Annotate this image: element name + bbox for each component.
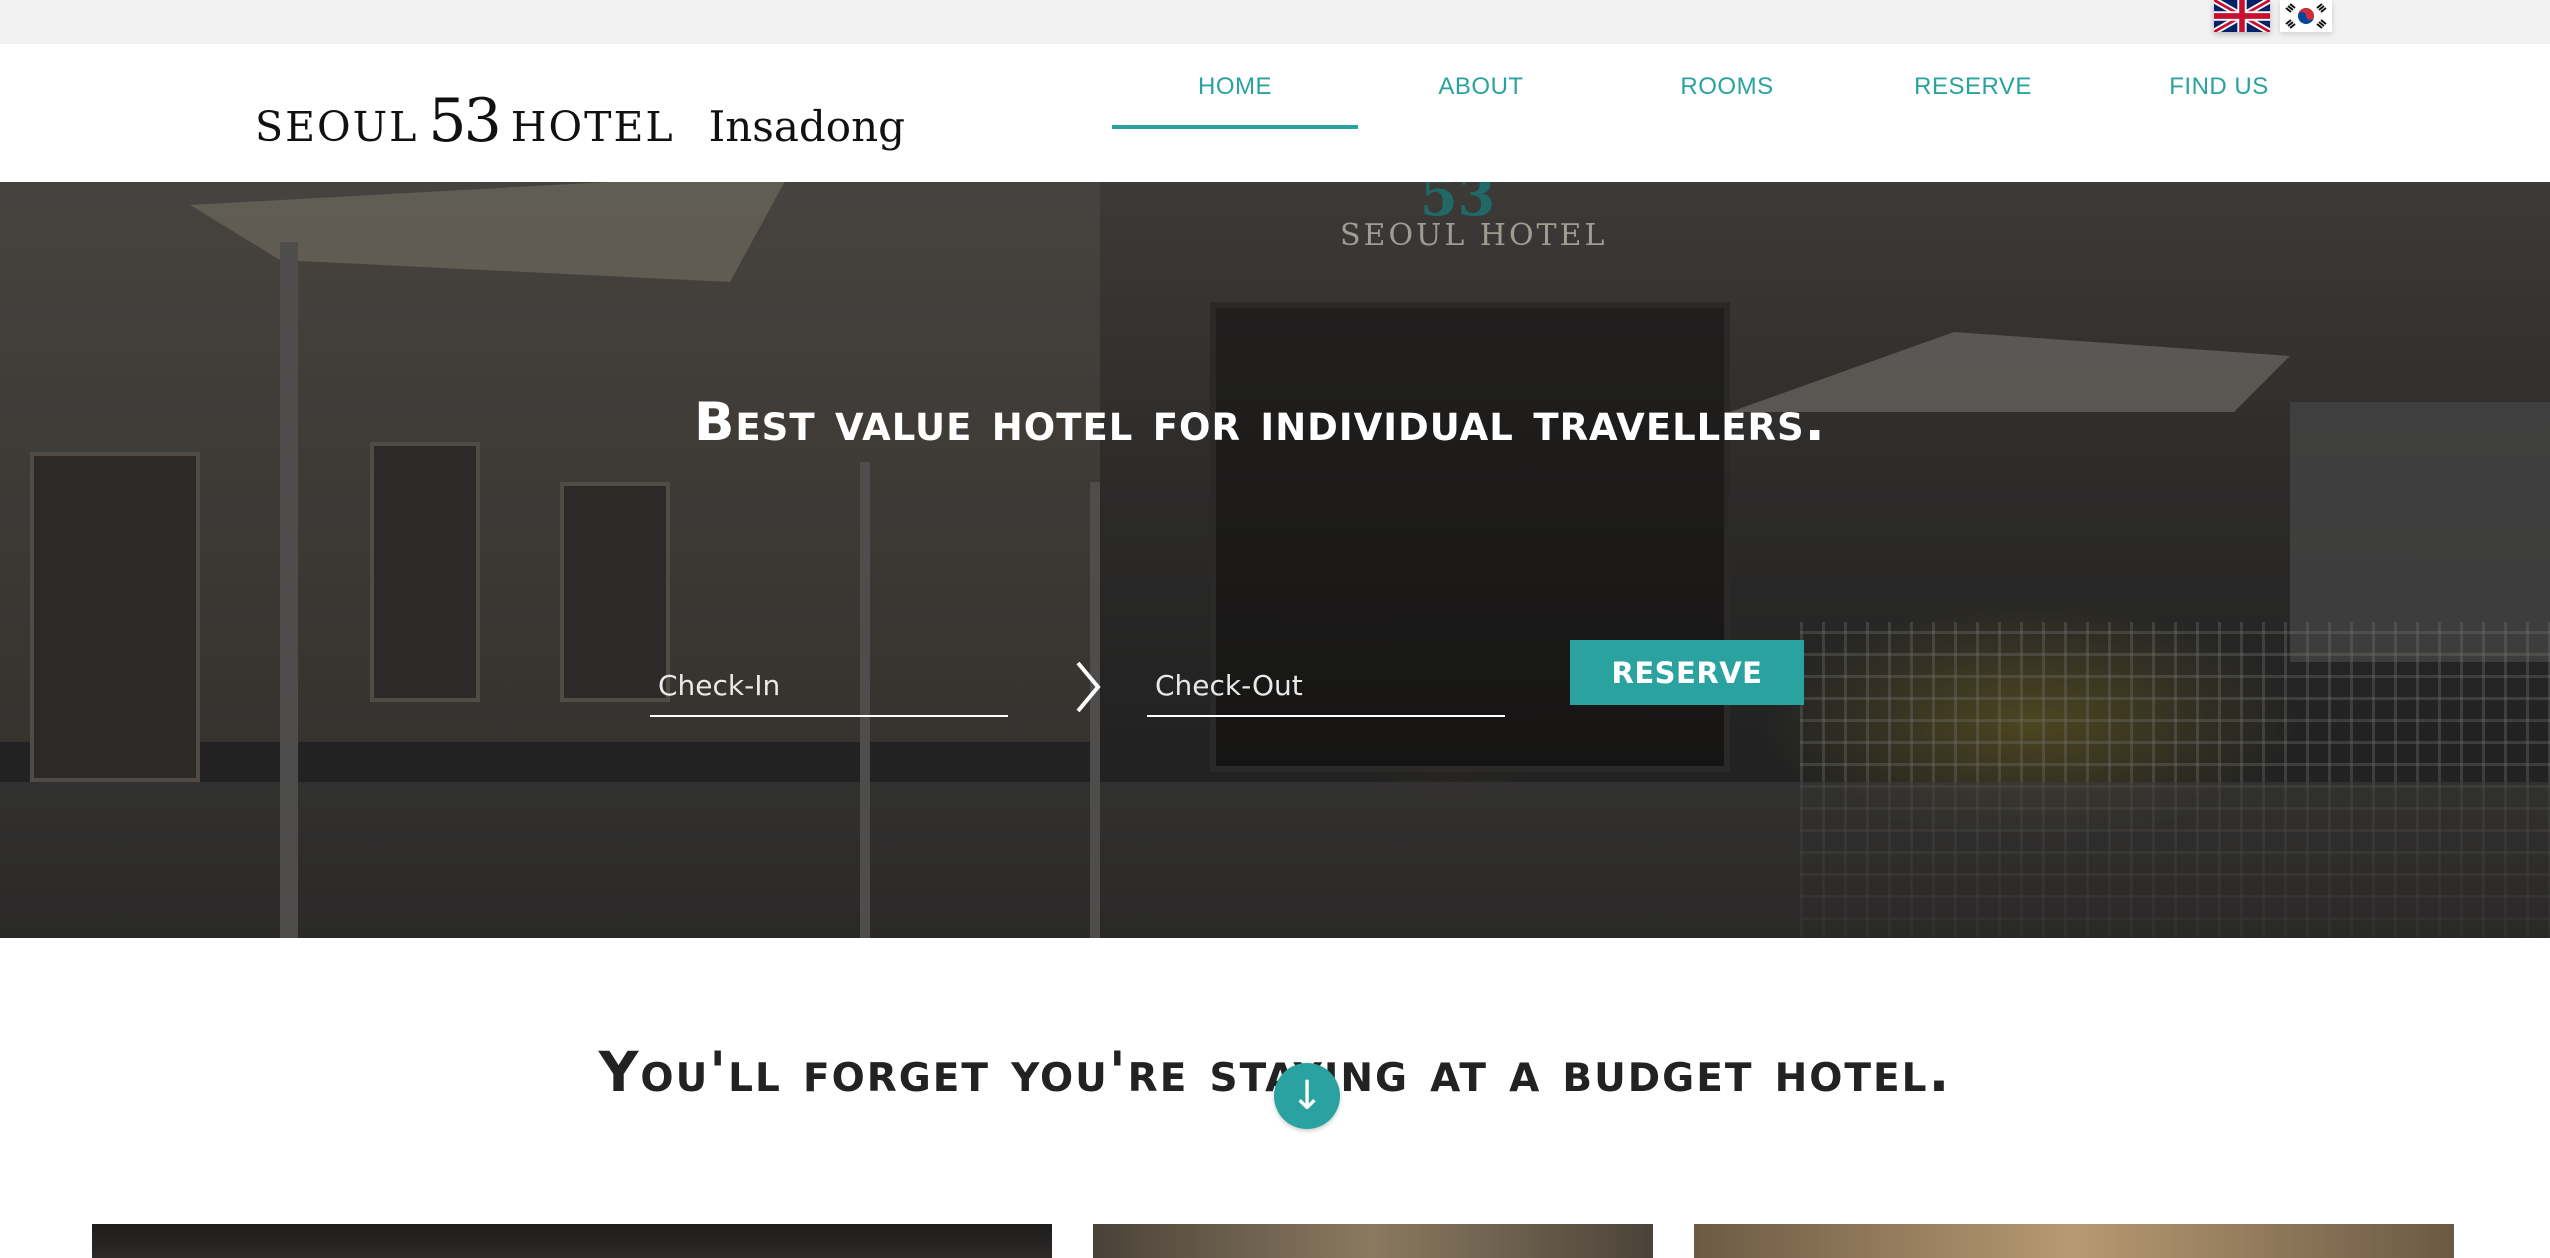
hero-dark-overlay (0, 182, 2550, 938)
nav-reserve[interactable]: RESERVE (1850, 44, 2096, 129)
nav-home[interactable]: HOME (1112, 44, 1358, 129)
booking-form: RESERVE (0, 640, 2550, 735)
hero-banner: 53 SEOUL HOTEL Best value hotel for indi… (0, 182, 2550, 938)
check-out-input[interactable] (1147, 655, 1505, 717)
hero-title: Best value hotel for individual travelle… (694, 392, 1826, 453)
korea-flag-icon[interactable] (2280, 0, 2332, 32)
logo-word-seoul: SEOUL (255, 103, 419, 151)
nav-find-us[interactable]: FIND US (2096, 44, 2342, 129)
room-photo[interactable] (1694, 1224, 2454, 1258)
language-bar (0, 0, 2550, 44)
logo-word-hotel: HOTEL (510, 103, 675, 151)
site-header: SEOUL 53 HOTEL Insadong HOME ABOUT ROOMS… (0, 44, 2550, 182)
main-nav: HOME ABOUT ROOMS RESERVE FIND US (1112, 44, 2342, 182)
logo-number: 53 (428, 86, 501, 156)
nav-rooms[interactable]: ROOMS (1604, 44, 1850, 129)
scroll-down-button[interactable]: ↓ (1274, 1063, 1340, 1129)
uk-flag-icon[interactable] (2212, 0, 2272, 35)
check-in-input[interactable] (650, 655, 1008, 717)
room-photo[interactable] (1093, 1224, 1653, 1258)
chevron-right-icon (1070, 657, 1104, 717)
room-photo[interactable] (92, 1224, 1052, 1258)
reserve-button[interactable]: RESERVE (1570, 640, 1804, 705)
nav-about[interactable]: ABOUT (1358, 44, 1604, 129)
hotel-logo[interactable]: SEOUL 53 HOTEL Insadong (255, 86, 905, 156)
arrow-down-icon: ↓ (1290, 1073, 1324, 1119)
logo-place: Insadong (708, 102, 905, 151)
